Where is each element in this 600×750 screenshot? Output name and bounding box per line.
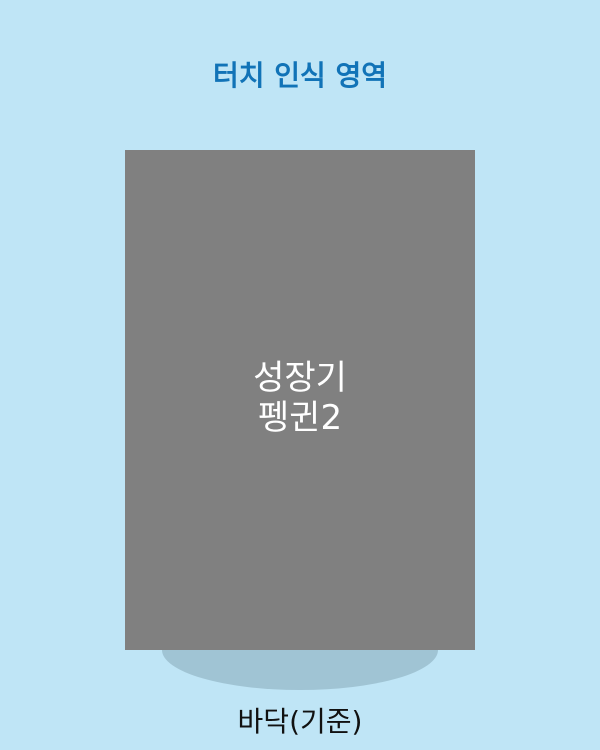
floor-reference-label: 바닥(기준) — [237, 705, 363, 738]
character-label-line2: 펭귄2 — [257, 398, 343, 438]
touch-recognition-area[interactable]: 성장기 펭귄2 — [125, 150, 475, 650]
touch-area-title: 터치 인식 영역 — [212, 59, 388, 92]
character-label: 성장기 펭귄2 — [125, 358, 475, 438]
character-label-line1: 성장기 — [253, 358, 347, 398]
